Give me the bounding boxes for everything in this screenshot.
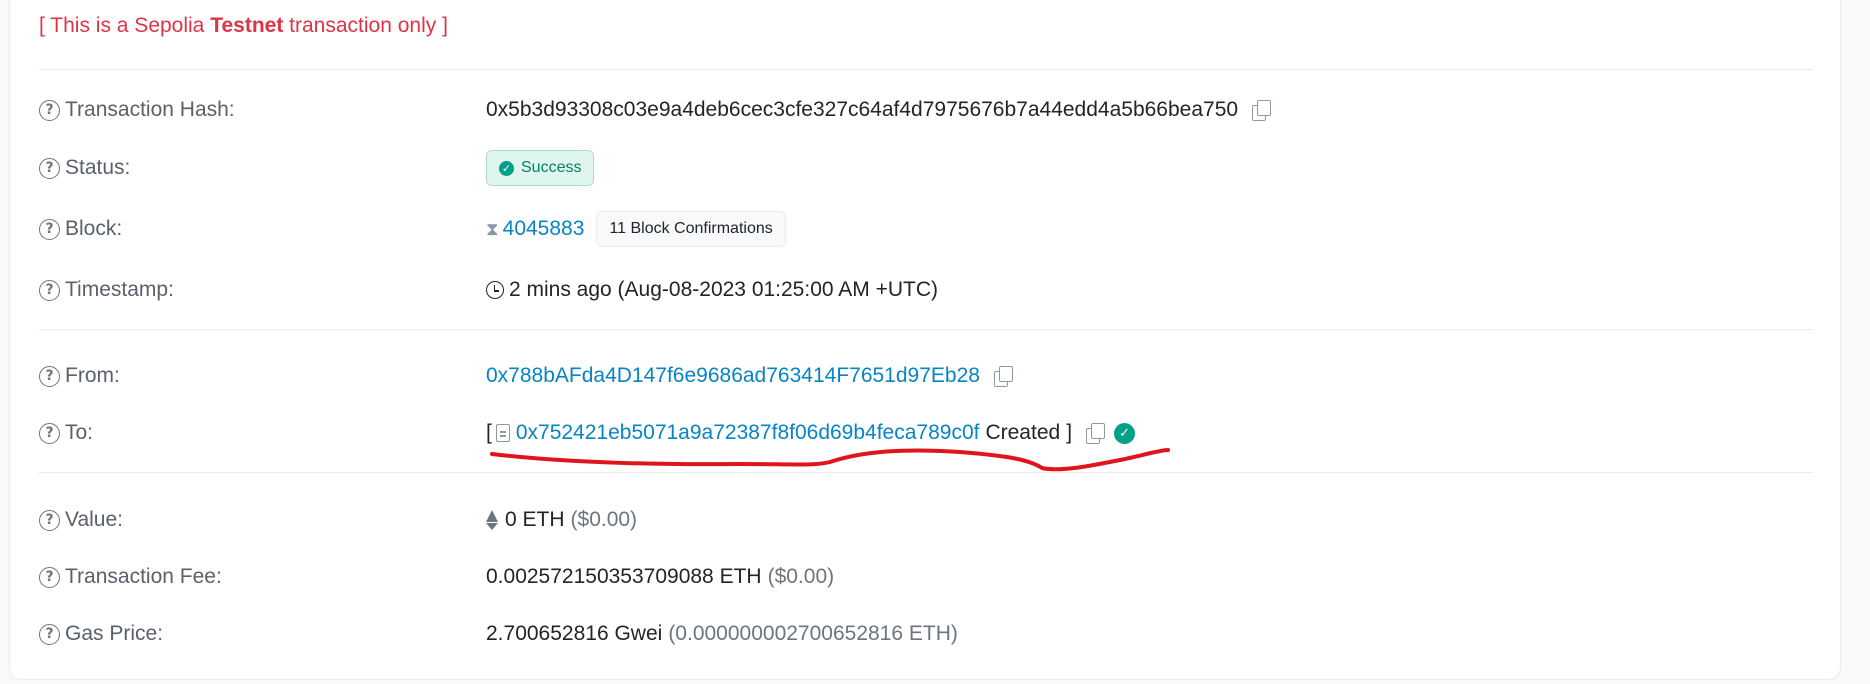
help-icon[interactable]: ? [39, 99, 60, 121]
ethereum-icon [486, 510, 498, 530]
label-gas-price: Gas Price: [65, 622, 164, 645]
label-block: Block: [65, 217, 123, 240]
help-icon[interactable]: ? [39, 566, 60, 588]
bracket-open: [ [486, 421, 492, 444]
status-badge: ✓ Success [486, 150, 595, 186]
copy-icon[interactable] [992, 365, 1014, 387]
gas-price-amount: 2.700652816 Gwei [486, 622, 663, 645]
divider [39, 329, 1813, 330]
row-value: ? Value: 0 ETH ($0.00) [39, 500, 1811, 540]
help-icon[interactable]: ? [39, 365, 60, 387]
gas-price-eth: (0.000000002700652816 ETH) [668, 622, 958, 645]
help-icon[interactable]: ? [39, 279, 60, 301]
row-from: ? From: 0x788bAFda4D147f6e9686ad763414F7… [39, 356, 1811, 396]
label-status: Status: [65, 156, 131, 179]
label-from: From: [65, 364, 120, 387]
row-transaction-hash: ? Transaction Hash: 0x5b3d93308c03e9a4de… [39, 90, 1811, 130]
label-transaction-hash: Transaction Hash: [65, 98, 235, 121]
notice-suffix: transaction only ] [283, 14, 448, 37]
divider [39, 472, 1813, 473]
status-text: Success [521, 159, 582, 176]
transaction-hash-value: 0x5b3d93308c03e9a4deb6cec3cfe327c64af4d7… [486, 98, 1239, 121]
divider [39, 69, 1813, 70]
row-transaction-fee: ? Transaction Fee: 0.002572150353709088 … [39, 557, 1811, 597]
label-to: To: [65, 421, 94, 444]
to-contract-address-link[interactable]: 0x752421eb5071a9a72387f8f06d69b4feca789c… [516, 421, 980, 445]
notice-prefix: [ This is a Sepolia [39, 14, 211, 37]
notice-bold: Testnet [210, 14, 284, 37]
block-confirmations-badge: 11 Block Confirmations [596, 211, 786, 247]
clock-icon [486, 281, 504, 299]
label-value: Value: [65, 508, 123, 531]
help-icon[interactable]: ? [39, 623, 60, 645]
transaction-details-card: [ This is a Sepolia Testnet transaction … [9, 0, 1841, 680]
fee-amount: 0.002572150353709088 ETH [486, 565, 762, 588]
check-circle-icon: ✓ [499, 160, 514, 176]
from-address-link[interactable]: 0x788bAFda4D147f6e9686ad763414F7651d97Eb… [486, 364, 980, 388]
row-to: ? To: [ 0x752421eb5071a9a72387f8f06d69b4… [39, 413, 1811, 453]
help-icon[interactable]: ? [39, 157, 60, 179]
fee-usd: ($0.00) [767, 565, 835, 588]
copy-icon[interactable] [1250, 99, 1272, 121]
label-transaction-fee: Transaction Fee: [65, 565, 222, 588]
help-icon[interactable]: ? [39, 218, 60, 240]
testnet-notice: [ This is a Sepolia Testnet transaction … [39, 14, 448, 38]
hourglass-icon: ⧗ [486, 218, 499, 239]
value-usd: ($0.00) [570, 508, 638, 531]
file-contract-icon [495, 424, 510, 442]
help-icon[interactable]: ? [39, 509, 60, 531]
verified-check-icon: ✓ [1114, 422, 1136, 444]
bracket-close: ] [1066, 421, 1073, 444]
row-block: ? Block: ⧗ 4045883 11 Block Confirmation… [39, 209, 1811, 249]
help-icon[interactable]: ? [39, 422, 60, 444]
timestamp-value: 2 mins ago (Aug-08-2023 01:25:00 AM +UTC… [509, 278, 938, 301]
row-gas-price: ? Gas Price: 2.700652816 Gwei (0.0000000… [39, 614, 1811, 654]
row-status: ? Status: ✓ Success [39, 148, 1811, 188]
row-timestamp: ? Timestamp: 2 mins ago (Aug-08-2023 01:… [39, 270, 1811, 310]
copy-icon[interactable] [1084, 422, 1106, 444]
value-amount: 0 ETH [505, 508, 565, 531]
created-text: Created [985, 421, 1061, 444]
label-timestamp: Timestamp: [65, 278, 174, 301]
block-number-link[interactable]: 4045883 [503, 217, 585, 241]
